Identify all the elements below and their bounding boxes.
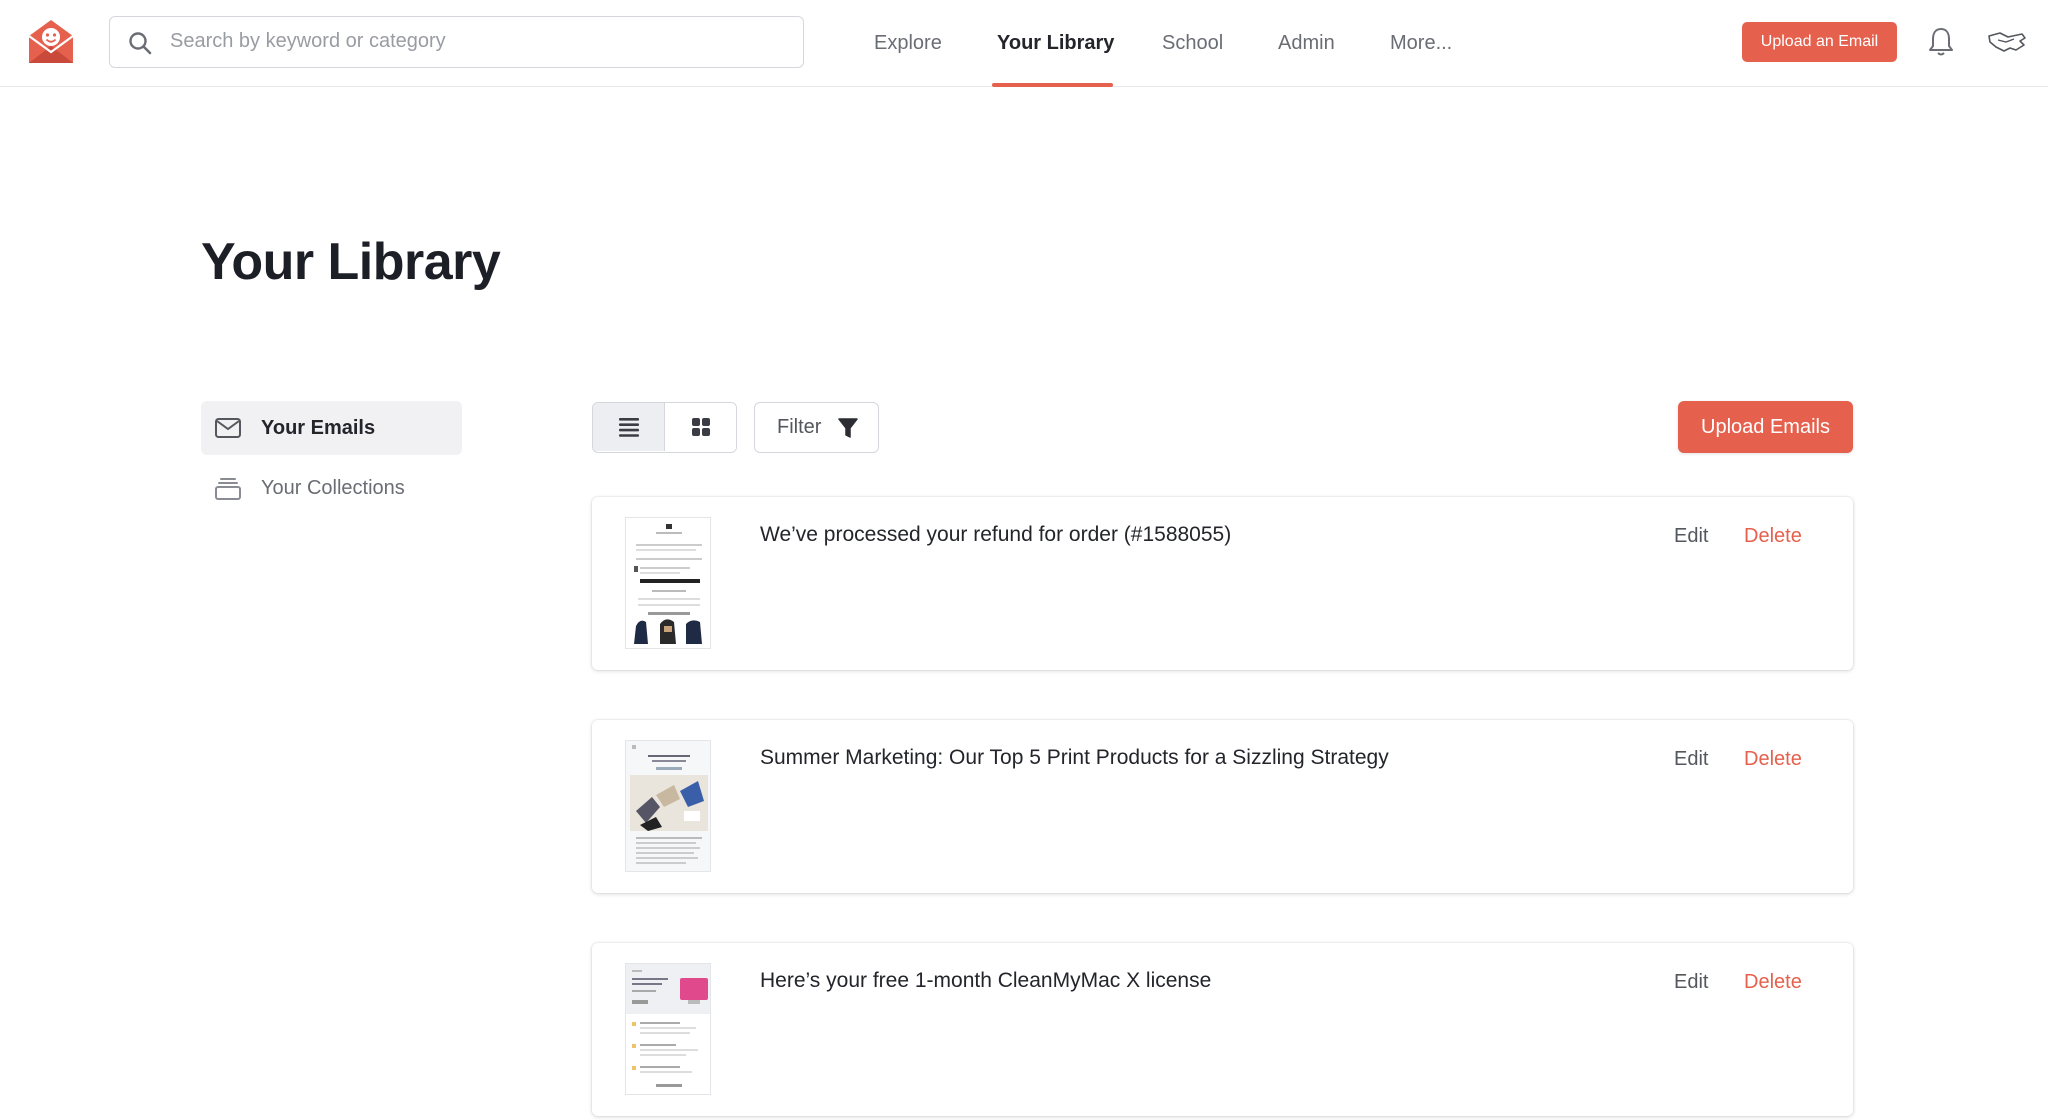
email-thumbnail[interactable] <box>625 517 711 649</box>
edit-link[interactable]: Edit <box>1674 525 1708 548</box>
sidebar-item-your-emails[interactable]: Your Emails <box>201 401 462 455</box>
email-preview-image <box>626 964 710 1094</box>
active-nav-indicator <box>992 83 1113 87</box>
email-preview-image <box>626 741 710 871</box>
view-mode-toggle <box>592 402 737 453</box>
upload-emails-button[interactable]: Upload Emails <box>1678 401 1853 453</box>
email-preview-image <box>626 518 710 648</box>
sidebar-item-your-collections[interactable]: Your Collections <box>201 461 462 515</box>
search-icon <box>129 32 152 55</box>
sidebar-item-label: Your Emails <box>261 417 376 439</box>
envelope-smiley-logo[interactable] <box>25 16 77 68</box>
filter-label: Filter <box>777 416 822 438</box>
email-title[interactable]: Summer Marketing: Our Top 5 Print Produc… <box>760 746 1389 770</box>
nav-more[interactable]: More... <box>1390 0 1452 87</box>
grid-view-button[interactable] <box>665 403 736 451</box>
envelope-icon <box>215 418 241 438</box>
grid-view-icon <box>692 418 710 436</box>
edit-link[interactable]: Edit <box>1674 748 1708 771</box>
nav-your-library[interactable]: Your Library <box>997 0 1114 87</box>
email-card[interactable]: We’ve processed your refund for order (#… <box>592 497 1853 670</box>
nav-school[interactable]: School <box>1162 0 1223 87</box>
email-title[interactable]: We’ve processed your refund for order (#… <box>760 523 1231 547</box>
funnel-icon <box>838 418 858 438</box>
search-bar <box>109 16 804 68</box>
upload-an-email-button[interactable]: Upload an Email <box>1742 22 1897 62</box>
sidebar-item-label: Your Collections <box>261 477 405 499</box>
edit-link[interactable]: Edit <box>1674 971 1708 994</box>
filter-button[interactable]: Filter <box>754 402 879 453</box>
search-input[interactable] <box>170 17 790 66</box>
delete-link[interactable]: Delete <box>1744 971 1802 994</box>
delete-link[interactable]: Delete <box>1744 748 1802 771</box>
email-card[interactable]: Here’s your free 1-month CleanMyMac X li… <box>592 943 1853 1116</box>
email-thumbnail[interactable] <box>625 963 711 1095</box>
email-title[interactable]: Here’s your free 1-month CleanMyMac X li… <box>760 969 1211 993</box>
email-card[interactable]: Summer Marketing: Our Top 5 Print Produc… <box>592 720 1853 893</box>
list-view-icon <box>619 418 639 437</box>
collection-icon <box>215 478 241 500</box>
delete-link[interactable]: Delete <box>1744 525 1802 548</box>
email-thumbnail[interactable] <box>625 740 711 872</box>
page-title: Your Library <box>201 233 501 291</box>
top-navigation-bar: Explore Your Library School Admin More..… <box>0 0 2048 87</box>
bell-icon[interactable] <box>1926 26 1956 58</box>
user-avatar[interactable] <box>1986 28 2028 56</box>
nav-explore[interactable]: Explore <box>874 0 942 87</box>
nav-admin[interactable]: Admin <box>1278 0 1335 87</box>
list-view-button[interactable] <box>593 403 665 451</box>
